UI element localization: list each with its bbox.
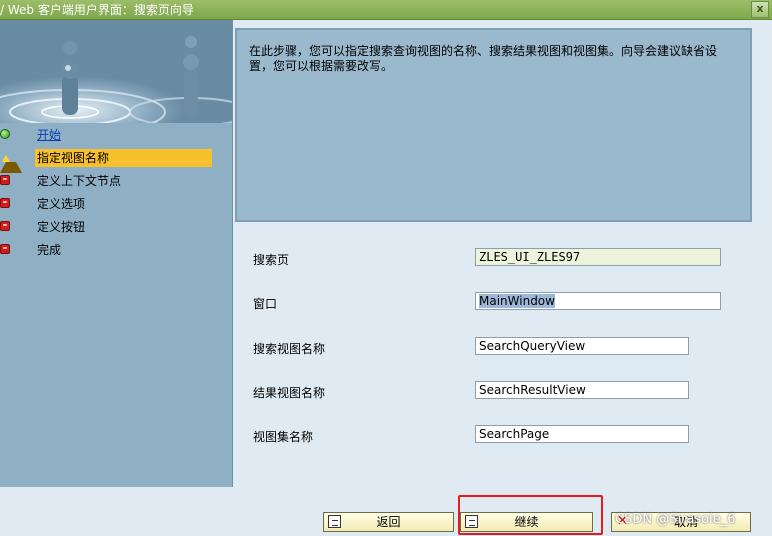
watermark: CSDN @Sirasole_6 (615, 512, 736, 527)
viewset-name-field[interactable]: SearchPage (475, 425, 689, 443)
back-button-label: 返回 (376, 515, 401, 529)
window-title: / Web 客户端用户界面：搜索页向导 (0, 3, 194, 17)
step-label: 定义选项 (37, 197, 86, 211)
window-field[interactable]: MainWindow (475, 292, 721, 310)
viewset-name-label: 视图集名称 (253, 430, 314, 444)
step-description-panel: 在此步骤，您可以指定搜索查询视图的名称、搜索结果视图和视图集。向导会建议缺省设置… (235, 28, 752, 222)
search-page-field: ZLES_UI_ZLES97 (475, 248, 721, 266)
close-button[interactable]: x (751, 1, 769, 18)
step-description-text: 在此步骤，您可以指定搜索查询视图的名称、搜索结果视图和视图集。向导会建议缺省设置… (249, 44, 718, 73)
close-icon: x (756, 2, 764, 15)
result-view-name-field[interactable]: SearchResultView (475, 381, 689, 399)
window-label: 窗口 (253, 297, 278, 311)
red-square-icon (0, 198, 10, 208)
back-document-icon (328, 515, 341, 528)
step-define-options[interactable]: 定义选项 (0, 192, 232, 215)
step-list: 开始 指定视图名称 定义上下文节点 定义选项 定义按钮 完成 (0, 123, 232, 261)
red-square-icon (0, 175, 10, 185)
result-view-name-label: 结果视图名称 (253, 386, 326, 400)
green-circle-icon (0, 129, 10, 139)
step-finish[interactable]: 完成 (0, 238, 232, 261)
title-bar: / Web 客户端用户界面：搜索页向导 x (0, 0, 772, 20)
red-square-icon (0, 221, 10, 231)
query-view-name-label: 搜索视图名称 (253, 342, 326, 356)
step-label[interactable]: 开始 (35, 126, 63, 144)
search-page-label: 搜索页 (253, 253, 290, 267)
continue-highlight-box (458, 495, 603, 535)
step-specify-view-name[interactable]: 指定视图名称 (0, 146, 232, 173)
step-define-buttons[interactable]: 定义按钮 (0, 215, 232, 238)
query-view-name-field[interactable]: SearchQueryView (475, 337, 689, 355)
wizard-steps-panel: 开始 指定视图名称 定义上下文节点 定义选项 定义按钮 完成 (0, 20, 233, 487)
step-label: 指定视图名称 (35, 149, 212, 167)
step-define-context-node[interactable]: 定义上下文节点 (0, 169, 232, 192)
red-square-icon (0, 244, 10, 254)
step-label: 完成 (37, 243, 62, 257)
window-field-selected-text: MainWindow (479, 294, 555, 308)
banner-water-drop-image (0, 20, 232, 123)
step-label: 定义按钮 (37, 220, 86, 234)
step-start[interactable]: 开始 (0, 123, 232, 146)
step-label: 定义上下文节点 (37, 174, 122, 188)
back-button[interactable]: 返回 (323, 512, 454, 532)
